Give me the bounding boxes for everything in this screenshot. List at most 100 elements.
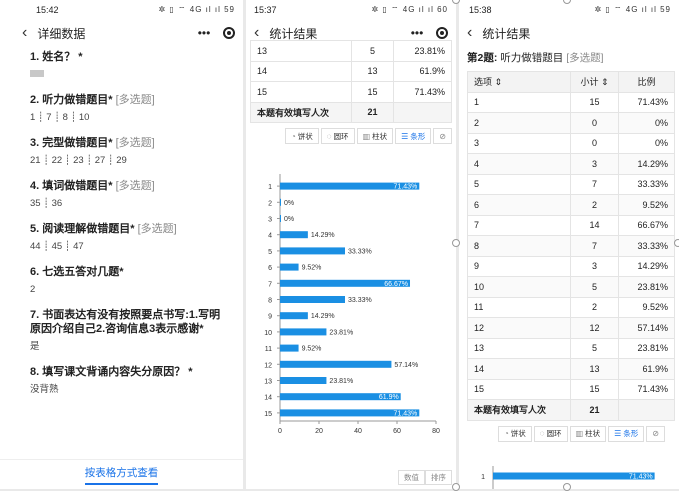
cell-ratio: 71.43% <box>618 91 675 113</box>
cell-count: 7 <box>570 235 619 257</box>
sort-button[interactable]: 数值 <box>398 470 425 485</box>
chart-tab-pie[interactable]: ◔ 饼状 <box>497 425 532 442</box>
more-icon[interactable]: ••• <box>191 24 217 42</box>
cell-count: 5 <box>570 337 619 359</box>
bar[interactable] <box>280 377 327 384</box>
ring-chart-icon: ◌ <box>539 429 545 438</box>
cell-option: 14 <box>250 60 352 82</box>
chart-type-tabs: ◔ 饼状 ◌ 圆环 ▥ 柱状 ☰ 条形 ⊘ <box>459 421 679 442</box>
nav-bar: ‹ 详细数据 ••• <box>0 20 243 46</box>
bar-chart: 1 71.43% 2 0% 3 0% 4 14.29% 5 33.33% 6 9.52% 7 66.67%… <box>264 174 440 435</box>
record-icon[interactable] <box>223 27 235 39</box>
chart-tab-pie[interactable]: ◔ 饼状 <box>284 128 319 144</box>
status-bar: 15:37 ✲ ▯ ⌔ 4G ıl ıl 60 <box>246 0 456 20</box>
statistics-screen-table: 15:38 ✲ ▯ ⌔ 4G ıl ıl 59 ‹ 统计结果 第2题: 听力做错… <box>459 0 679 489</box>
bar[interactable] <box>280 231 308 239</box>
redacted-name <box>30 70 44 77</box>
hide-chart-button[interactable]: ⊘ <box>646 425 665 442</box>
bar[interactable] <box>280 198 281 206</box>
cell-option: 6 <box>467 194 571 216</box>
answer-text: 44 ┊ 45 ┊ 47 <box>30 241 84 252</box>
chart-tab-ring[interactable]: ◌ 圆环 <box>533 425 568 442</box>
bar[interactable] <box>280 312 308 320</box>
table-row: 8 7 33.33% <box>467 235 675 257</box>
chart-tab-column[interactable]: ▥ 柱状 <box>569 425 607 442</box>
data-label: 9.52% <box>302 265 322 272</box>
category-label: 14 <box>264 395 272 402</box>
bar-chart-icon: ☰ <box>401 131 409 141</box>
bar[interactable] <box>280 247 345 255</box>
status-bar: 15:42 ✲ ▯ ⌔ 4G ıl ıl 59 <box>0 0 243 20</box>
chart-tab-ring[interactable]: ◌ 圆环 <box>320 128 355 144</box>
bar[interactable] <box>280 263 299 271</box>
cell-ratio: 66.67% <box>618 214 675 236</box>
category-label: 4 <box>268 233 272 240</box>
x-tick-label: 20 <box>315 428 323 435</box>
cell-option: 4 <box>467 153 571 175</box>
category-label: 9 <box>268 314 272 321</box>
column-header-count[interactable]: 小计 ⇕ <box>570 71 619 93</box>
bar[interactable] <box>280 344 299 352</box>
footer-bar: 按表格方式查看 <box>0 459 243 489</box>
question-title: 6. 七选五答对几题* <box>30 265 231 279</box>
resize-handle[interactable] <box>563 483 571 491</box>
result-table: 选项 ⇕ 小计 ⇕ 比例 1 15 71.43% 2 0 0% 3 0 0% 4 3 14.29% 5 7… <box>467 71 675 421</box>
ring-chart-icon: ◌ <box>326 131 332 141</box>
table-row: 15 15 71.43% <box>250 81 452 103</box>
data-label: 9.52% <box>302 346 322 353</box>
back-arrow-icon[interactable]: ‹ <box>22 24 27 42</box>
question-text: 听力做错题目 <box>497 52 567 64</box>
x-tick-label: 80 <box>432 428 440 435</box>
back-arrow-icon[interactable]: ‹ <box>254 24 259 42</box>
cell-count: 14 <box>570 214 619 236</box>
chart-tab-bar[interactable]: ☰ 条形 <box>608 425 645 442</box>
column-header-option[interactable]: 选项 ⇕ <box>467 71 571 93</box>
cell-count: 5 <box>570 276 619 298</box>
cell-option: 13 <box>250 40 352 62</box>
sort-button[interactable]: 排序 <box>425 470 452 485</box>
cell-count: 3 <box>570 153 619 175</box>
question-item: 6. 七选五答对几题* 2 <box>30 265 231 296</box>
chart-tab-label: 柱状 <box>372 131 388 141</box>
data-label: 0% <box>284 200 294 207</box>
chart-tab-bar[interactable]: ☰ 条形 <box>395 128 432 144</box>
cell-option: 15 <box>467 378 571 400</box>
question-title-text: 7. 书面表达有没有按照要点书写:1.写明原因介绍自己2.咨询信息3表示感谢* <box>30 309 221 335</box>
cell-ratio: 23.81% <box>393 40 452 62</box>
bar[interactable] <box>280 328 327 336</box>
table-row: 4 3 14.29% <box>467 153 675 175</box>
chart-tab-column[interactable]: ▥ 柱状 <box>356 128 394 144</box>
category-label: 5 <box>268 249 272 256</box>
question-item: 2. 听力做错题目* [多选题] 1 ┊ 7 ┊ 8 ┊ 10 <box>30 93 231 124</box>
question-type-tag: [多选题] <box>137 223 177 235</box>
back-arrow-icon[interactable]: ‹ <box>467 24 472 42</box>
hide-chart-button[interactable]: ⊘ <box>433 128 452 144</box>
record-icon[interactable] <box>436 27 448 39</box>
answer-text: 21 ┊ 22 ┊ 23 ┊ 27 ┊ 29 <box>30 155 127 166</box>
bar[interactable] <box>280 296 345 303</box>
question-item: 7. 书面表达有没有按照要点书写:1.写明原因介绍自己2.咨询信息3表示感谢* 是 <box>30 308 231 353</box>
page-title: 统计结果 <box>482 26 531 41</box>
question-title-text: 1. 姓名？ * <box>30 51 83 63</box>
question-type-tag: [多选题] <box>115 137 155 149</box>
data-label: 71.43% <box>394 184 418 191</box>
cell-ratio: 0% <box>618 112 675 134</box>
table-row: 14 13 61.9% <box>467 358 675 380</box>
category-label: 11 <box>265 346 272 353</box>
question-title-text: 6. 七选五答对几题* <box>30 266 124 278</box>
view-as-table-link[interactable]: 按表格方式查看 <box>84 465 159 485</box>
table-row: 12 12 57.14% <box>467 317 675 339</box>
chart-tab-label: 饼状 <box>510 429 526 438</box>
data-label: 33.33% <box>348 248 372 255</box>
bar[interactable] <box>280 360 392 368</box>
resize-handle[interactable] <box>452 239 460 247</box>
question-title-text: 8. 填写课文背诵内容失分原因？ * <box>30 366 193 378</box>
bar[interactable] <box>280 215 281 222</box>
pie-chart-icon: ◔ <box>503 429 509 438</box>
data-label: 66.67% <box>384 281 408 288</box>
cell-option: 2 <box>467 112 571 134</box>
more-icon[interactable]: ••• <box>404 24 430 42</box>
question-type-tag: [多选题] <box>115 94 155 106</box>
resize-handle[interactable] <box>674 239 679 247</box>
resize-handle[interactable] <box>452 483 460 491</box>
